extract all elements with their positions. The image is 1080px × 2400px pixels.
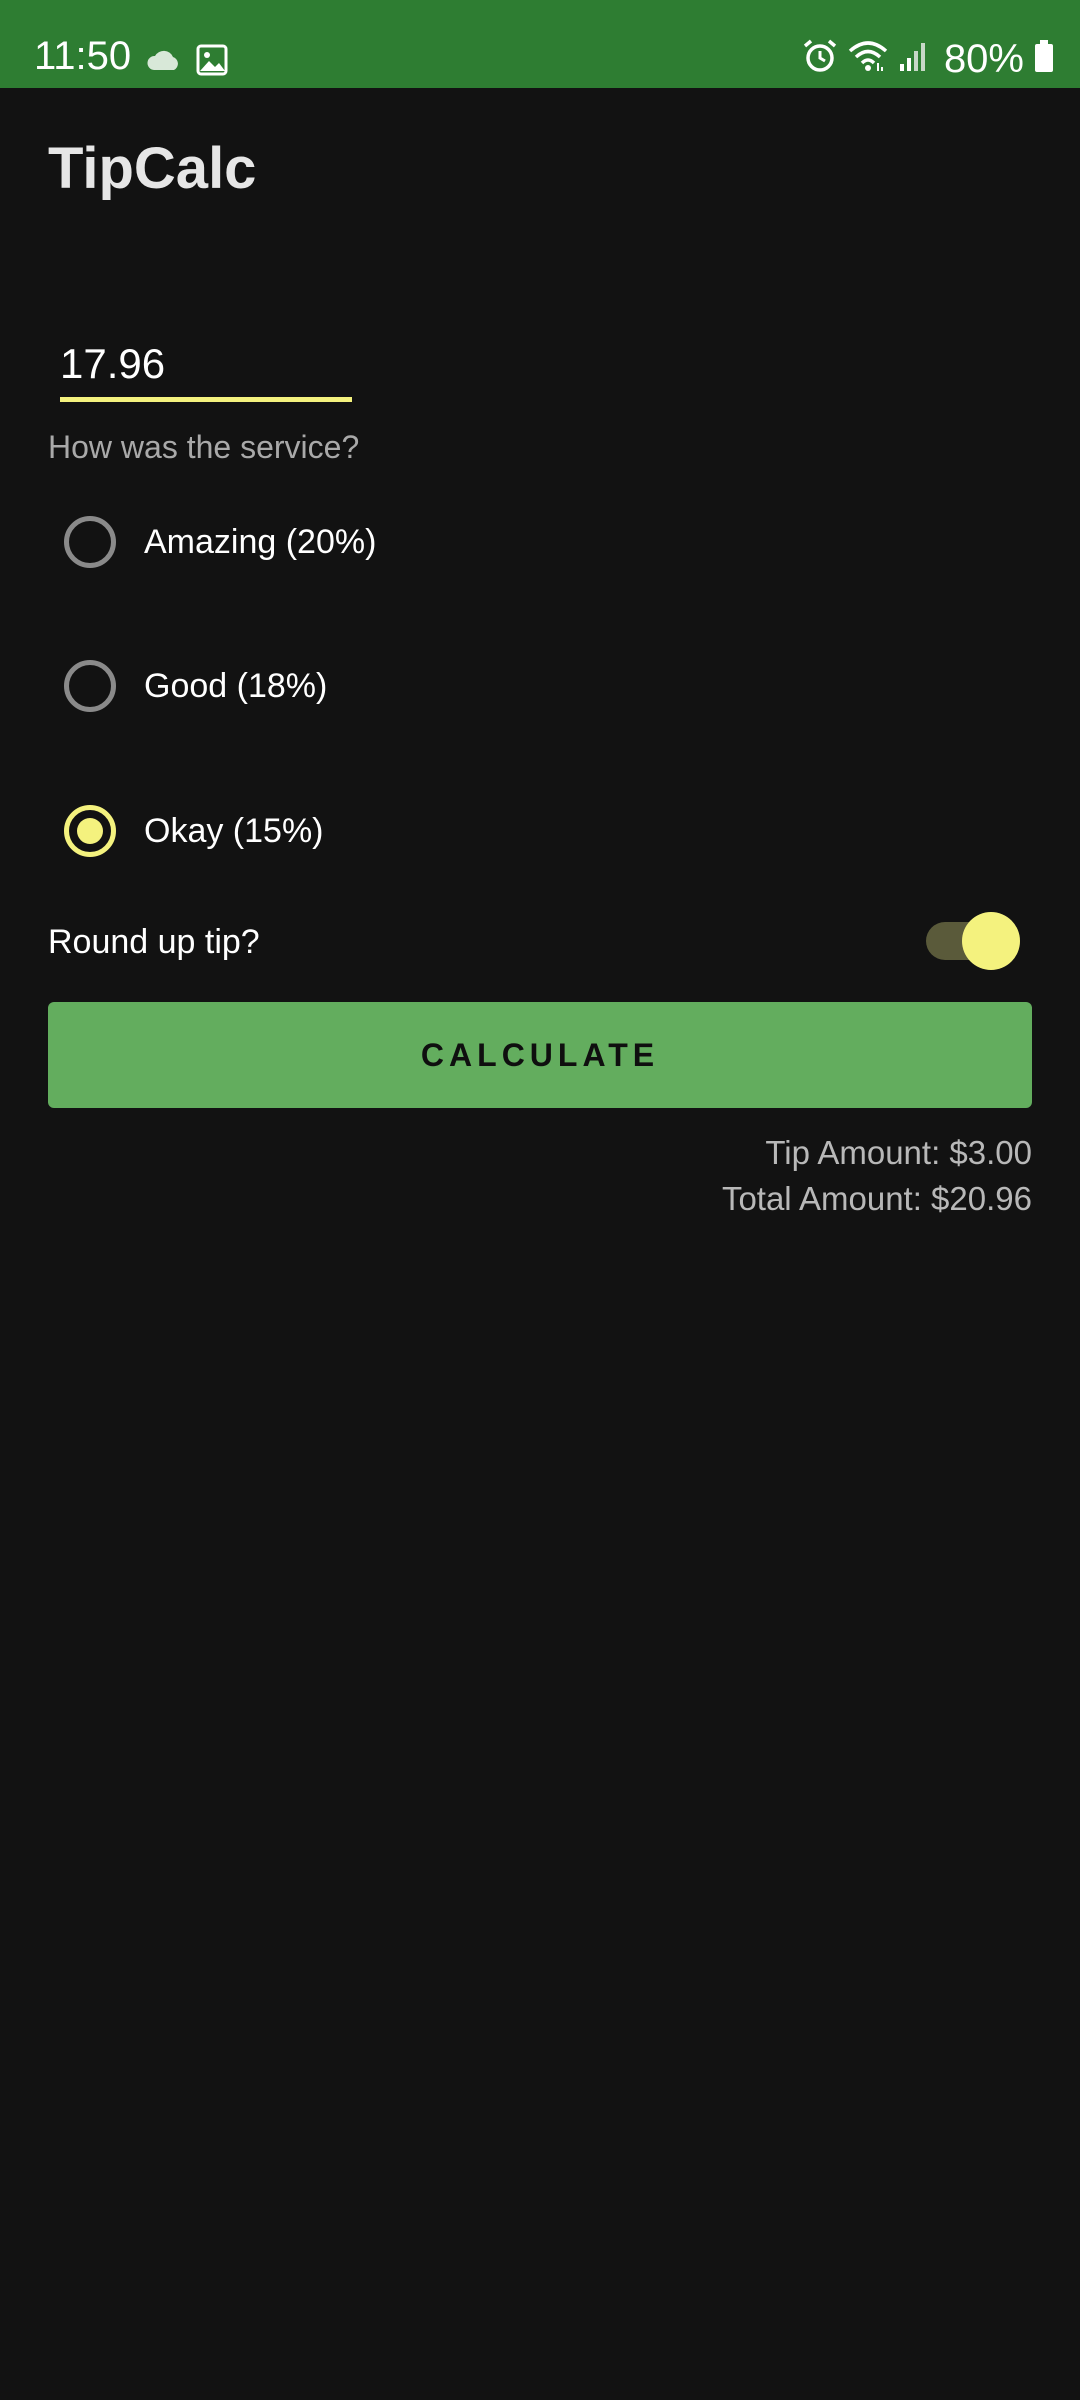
radio-option-good[interactable]: Good (18%) (64, 651, 564, 721)
bill-amount-input[interactable] (60, 330, 352, 402)
app-title: TipCalc (48, 136, 257, 201)
tip-amount-text: Tip Amount: $3.00 (765, 1134, 1032, 1171)
image-icon (196, 44, 228, 81)
round-up-label: Round up tip? (48, 923, 260, 961)
round-up-switch[interactable] (924, 910, 1024, 972)
alarm-icon (802, 38, 838, 79)
radio-label: Amazing (20%) (144, 522, 377, 561)
cloud-icon (146, 48, 182, 77)
radio-button-checked[interactable] (64, 805, 116, 857)
total-amount-text: Total Amount: $20.96 (721, 1180, 1032, 1217)
switch-thumb (962, 912, 1020, 970)
battery-percentage: 80% (943, 36, 1024, 81)
radio-label: Good (18%) (144, 666, 328, 705)
radio-label: Okay (15%) (144, 811, 324, 850)
status-left-icons (146, 44, 228, 81)
radio-button-unchecked[interactable] (64, 516, 116, 568)
status-time: 11:50 (34, 34, 132, 78)
radio-button-unchecked[interactable] (64, 660, 116, 712)
service-question: How was the service? (48, 429, 360, 465)
battery-icon (1034, 39, 1054, 78)
radio-option-amazing[interactable]: Amazing (20%) (64, 507, 564, 577)
calculate-button[interactable]: CALCULATE (48, 1002, 1032, 1108)
signal-icon (898, 40, 928, 77)
radio-option-okay[interactable]: Okay (15%) (64, 796, 564, 866)
status-bar: 11:50 80% (0, 0, 1080, 88)
status-right: 80% (802, 38, 1054, 79)
wifi-icon (848, 39, 888, 78)
